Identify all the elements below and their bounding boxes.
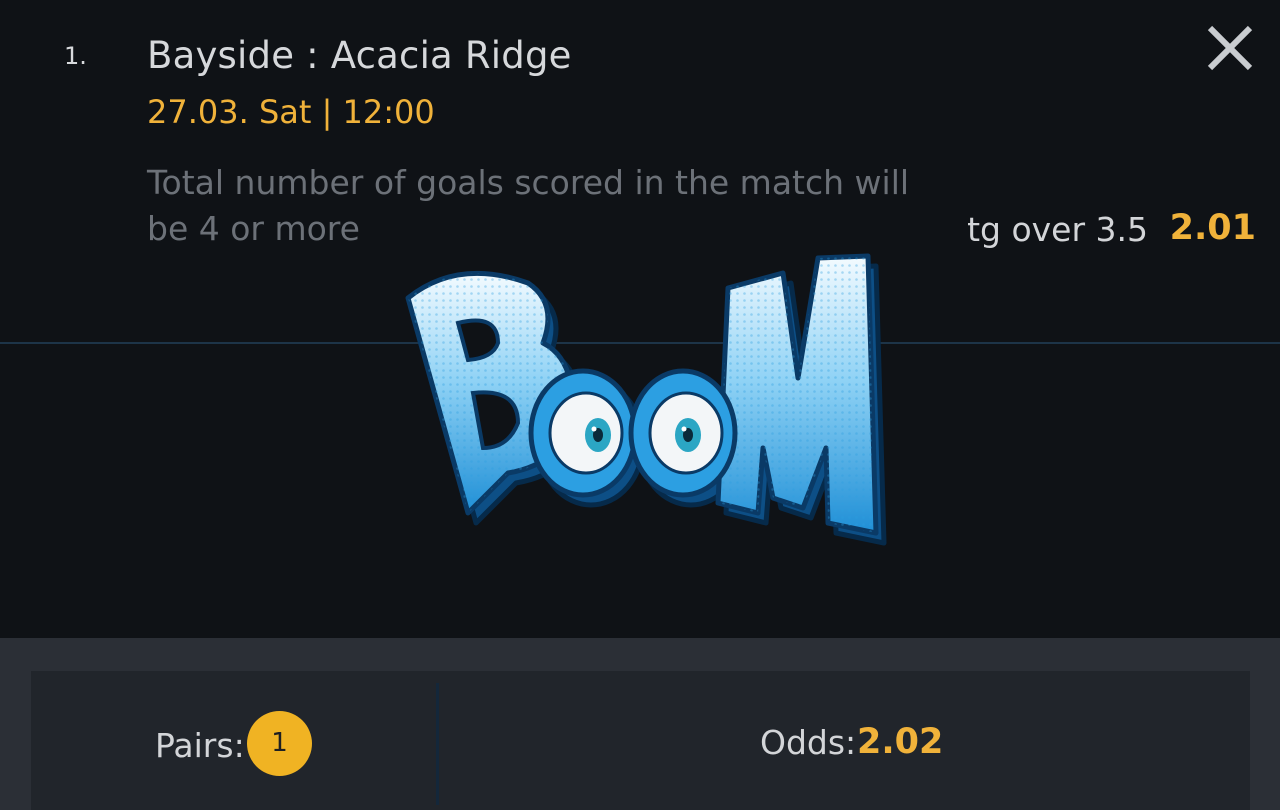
pairs-count-badge: 1 xyxy=(247,711,312,776)
close-button[interactable] xyxy=(1204,22,1256,74)
bet-index: 1. xyxy=(64,42,87,70)
selection-odds: 2.01 xyxy=(1169,208,1256,248)
match-datetime: 27.03. Sat | 12:00 xyxy=(147,93,435,131)
selection-label: tg over 3.5 xyxy=(967,210,1148,249)
total-odds-value: 2.02 xyxy=(857,722,944,762)
bet-slip-screen: 1. Bayside : Acacia Ridge 27.03. Sat | 1… xyxy=(0,0,1280,810)
total-odds-label: Odds: xyxy=(760,723,857,762)
bet-slip-footer: Pairs: 1 Odds: 2.02 xyxy=(0,638,1280,810)
pairs-label: Pairs: xyxy=(155,726,245,765)
boom-sticker xyxy=(405,253,887,546)
match-title: Bayside : Acacia Ridge xyxy=(147,34,572,77)
summary-divider xyxy=(436,683,439,805)
summary-panel: Pairs: 1 Odds: 2.02 xyxy=(31,671,1250,810)
close-icon xyxy=(1207,25,1253,71)
market-description: Total number of goals scored in the matc… xyxy=(147,163,910,248)
